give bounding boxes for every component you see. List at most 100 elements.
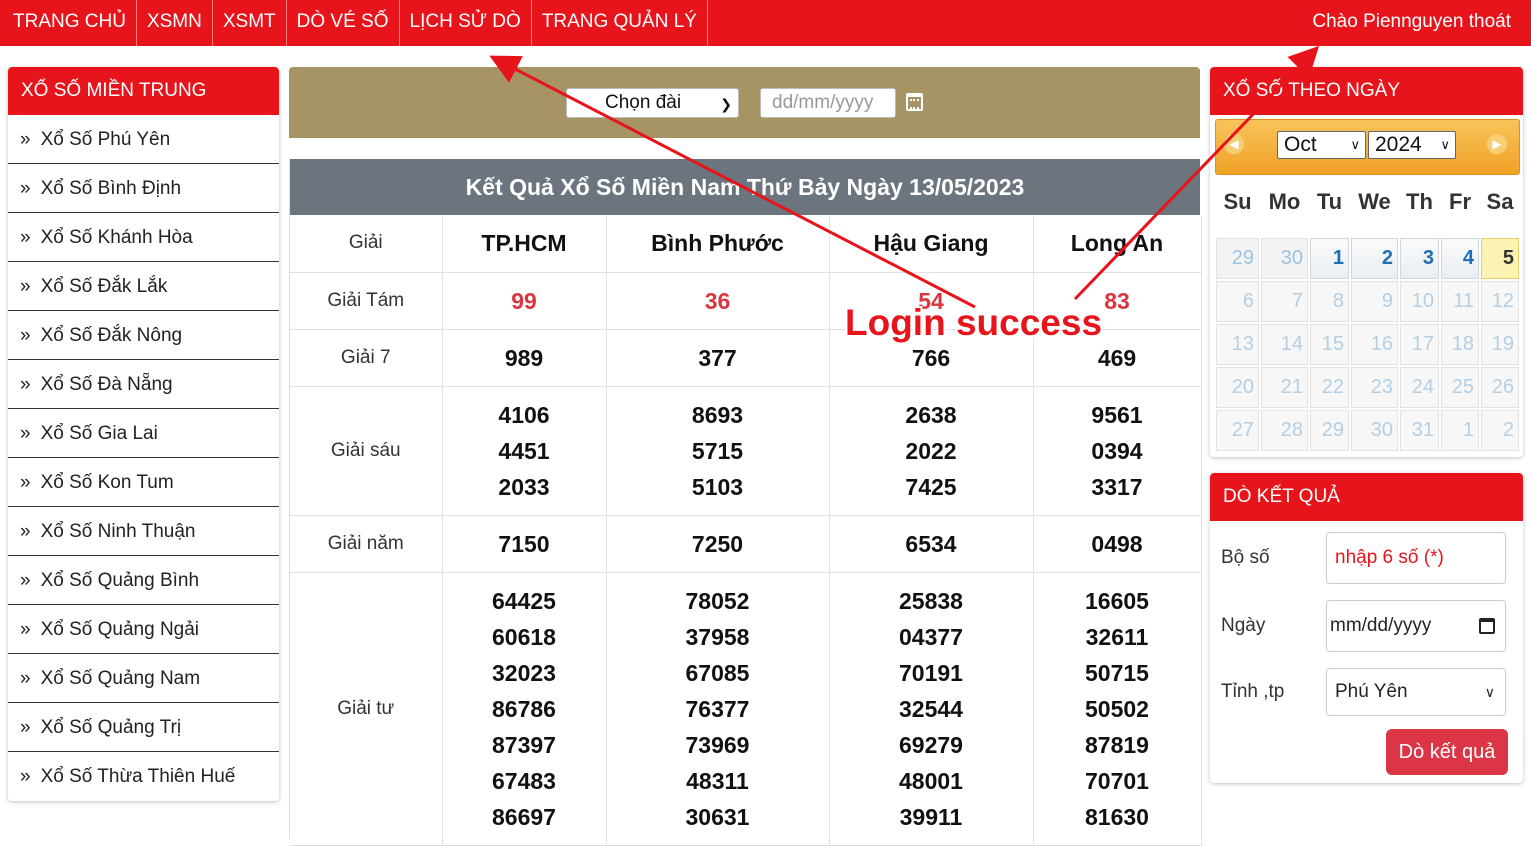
sidebar-item-label: Xổ Số Bình Định [40, 178, 182, 199]
month-select[interactable]: Oct ∨ [1277, 131, 1366, 159]
sidebar-item-label: Xổ Số Đắk Nông [40, 325, 183, 346]
prize-number: 86786 [492, 695, 556, 722]
nav-lich-su-do[interactable]: LỊCH SỬ DÒ [400, 0, 532, 46]
arrow-right-icon[interactable]: ▶ [1487, 134, 1507, 154]
tinh-select[interactable]: Phú Yên ∨ [1326, 668, 1506, 716]
result-row: Giải tư 64425 60618 32023 86786 87397 67483 866… [290, 572, 1202, 846]
calendar-day[interactable]: 25 [1441, 367, 1479, 408]
calendar-day[interactable]: 8 [1310, 281, 1349, 322]
calendar-day[interactable]: 23 [1351, 367, 1398, 408]
double-chevron-icon: » [20, 472, 31, 493]
prize-number: 8693 [691, 401, 744, 428]
bo-so-input[interactable]: nhập 6 số (*) [1326, 532, 1506, 584]
sidebar-item-province[interactable]: » Xổ Số Kon Tum [8, 458, 279, 507]
province-list: » Xổ Số Phú Yên » Xổ Số Bình Định » Xổ Số Khá… [8, 115, 279, 801]
prize-number: 30631 [685, 803, 750, 830]
calendar-day[interactable]: 10 [1400, 281, 1439, 322]
calendar-day[interactable]: 22 [1310, 367, 1349, 408]
sidebar-item-province[interactable]: » Xổ Số Gia Lai [8, 409, 279, 458]
calendar-week: 6 7 8 9 10 11 12 [1215, 280, 1520, 323]
calendar-day[interactable]: 18 [1441, 324, 1479, 365]
calendar-icon[interactable] [906, 93, 923, 111]
sidebar-item-province[interactable]: » Xổ Số Phú Yên [8, 115, 279, 164]
prize-number: 04377 [899, 623, 963, 650]
calendar-day[interactable]: 19 [1481, 324, 1519, 365]
calendar-day-today[interactable]: 5 [1481, 238, 1519, 279]
nav-xsmt[interactable]: XSMT [213, 0, 287, 46]
year-select[interactable]: 2024 ∨ [1368, 131, 1456, 159]
prize-number: 989 [504, 344, 544, 371]
calendar-day[interactable]: 2 [1481, 410, 1519, 451]
sidebar-item-province[interactable]: » Xổ Số Quảng Ngải [8, 605, 279, 654]
calendar-day[interactable]: 6 [1216, 281, 1259, 322]
sidebar-item-province[interactable]: » Xổ Số Bình Định [8, 164, 279, 213]
sidebar-item-province[interactable]: » Xổ Số Đà Nẵng [8, 360, 279, 409]
calendar-day[interactable]: 13 [1216, 324, 1259, 365]
calendar-day[interactable]: 20 [1216, 367, 1259, 408]
nav-do-ve-so[interactable]: DÒ VÉ SỐ [287, 0, 400, 46]
calendar-day[interactable]: 16 [1351, 324, 1398, 365]
calendar-day[interactable]: 24 [1400, 367, 1439, 408]
logout-link[interactable]: thoát [1469, 11, 1511, 32]
arrow-left-icon[interactable]: ◀ [1224, 134, 1244, 154]
calendar-day[interactable]: 4 [1441, 238, 1479, 279]
sidebar-item-province[interactable]: » Xổ Số Đắk Lắk [8, 262, 279, 311]
calendar-icon[interactable] [1479, 618, 1495, 634]
sidebar-item-province[interactable]: » Xổ Số Quảng Bình [8, 556, 279, 605]
nav-home[interactable]: TRANG CHỦ [0, 0, 137, 46]
calendar-day[interactable]: 1 [1310, 238, 1349, 279]
chevron-down-icon: ❯ [720, 96, 732, 112]
calendar-day[interactable]: 26 [1481, 367, 1519, 408]
result-cell: 16605 32611 50715 50502 87819 70701 81630 [1033, 572, 1202, 846]
sidebar-item-province[interactable]: » Xổ Số Quảng Nam [8, 654, 279, 703]
calendar-day[interactable]: 27 [1216, 410, 1259, 451]
weekday-label: Sa [1486, 189, 1514, 214]
calendar-day[interactable]: 29 [1216, 238, 1259, 279]
sidebar-item-province[interactable]: » Xổ Số Thừa Thiên Huế [8, 752, 279, 801]
prize-number: 70701 [1085, 767, 1149, 794]
prize-label: Giải tư [290, 572, 443, 846]
result-cell: 25838 04377 70191 32544 69279 48001 39911 [829, 572, 1034, 846]
prize-number: 60618 [492, 623, 556, 650]
result-row: Giải năm 7150 7250 6534 0498 [290, 515, 1202, 573]
sidebar-item-province[interactable]: » Xổ Số Quảng Trị [8, 703, 279, 752]
calendar-day[interactable]: 30 [1261, 238, 1308, 279]
calendar-day[interactable]: 11 [1441, 281, 1479, 322]
calendar-day[interactable]: 2 [1351, 238, 1398, 279]
prize-number: 99 [511, 287, 537, 314]
chevron-down-icon: ∨ [1350, 137, 1360, 152]
prize-number: 9561 [1091, 401, 1143, 428]
date-input[interactable]: dd/mm/yyyy [760, 88, 896, 118]
calendar-day[interactable]: 3 [1400, 238, 1439, 279]
prize-number: 3317 [1091, 473, 1143, 500]
calendar-day[interactable]: 30 [1351, 410, 1398, 451]
calendar-day[interactable]: 17 [1400, 324, 1439, 365]
prize-number: 2022 [905, 437, 957, 464]
result-row: Giải sáu 4106 4451 2033 8693 5715 5103 2638 2022… [290, 386, 1202, 516]
calendar-day[interactable]: 15 [1310, 324, 1349, 365]
weekday-label: Fr [1449, 189, 1471, 214]
calendar-day[interactable]: 9 [1351, 281, 1398, 322]
do-ket-qua-button[interactable]: Dò kết quả [1386, 729, 1508, 775]
prize-number: 87397 [492, 731, 556, 758]
sidebar-item-province[interactable]: » Xổ Số Đắk Nông [8, 311, 279, 360]
nav-xsmn[interactable]: XSMN [137, 0, 213, 46]
sidebar-item-label: Xổ Số Đắk Lắk [40, 276, 168, 297]
prize-number: 5715 [691, 437, 744, 464]
sidebar-item-province[interactable]: » Xổ Số Khánh Hòa [8, 213, 279, 262]
calendar-day[interactable]: 12 [1481, 281, 1519, 322]
station-select[interactable]: Chọn đài ❯ [566, 88, 739, 118]
calendar-day[interactable]: 31 [1400, 410, 1439, 451]
double-chevron-icon: » [20, 129, 31, 150]
calendar-week: 29 30 1 2 3 4 5 [1215, 237, 1520, 280]
calendar-day[interactable]: 1 [1441, 410, 1479, 451]
calendar-day[interactable]: 21 [1261, 367, 1308, 408]
sidebar-item-province[interactable]: » Xổ Số Ninh Thuận [8, 507, 279, 556]
calendar-day[interactable]: 29 [1310, 410, 1349, 451]
calendar-day[interactable]: 14 [1261, 324, 1308, 365]
nav-trang-quan-ly[interactable]: TRANG QUẢN LÝ [532, 0, 708, 46]
weekday-label: We [1358, 189, 1391, 214]
calendar-day[interactable]: 7 [1261, 281, 1308, 322]
ngay-date-input[interactable]: mm/dd/yyyy [1326, 600, 1506, 652]
calendar-day[interactable]: 28 [1261, 410, 1308, 451]
